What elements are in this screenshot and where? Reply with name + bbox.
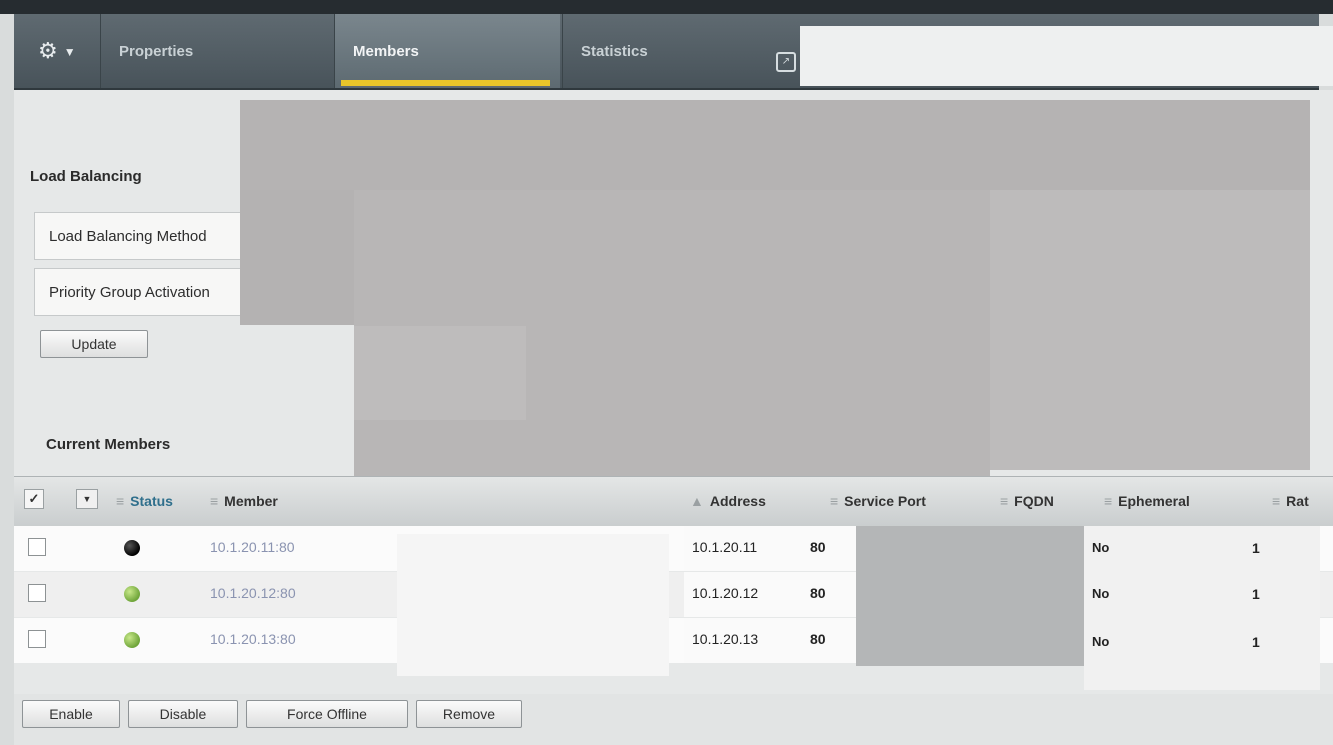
load-balancing-title: Load Balancing [30,168,142,185]
ephemeral-cell: No [1092,586,1110,601]
row-checkbox[interactable] [28,584,46,602]
header-right-area [800,26,1333,86]
tab-statistics[interactable]: Statistics [562,14,776,88]
tab-properties[interactable]: Properties [100,14,332,88]
address-cell: 10.1.20.11 [692,539,758,555]
disable-button[interactable]: Disable [128,700,238,728]
column-separator-icon: ≡ [1104,493,1113,509]
column-fqdn-label: FQDN [1014,493,1054,509]
column-separator-icon: ≡ [1000,493,1009,509]
gear-menu[interactable]: ⚙ ▼ [38,36,76,67]
enable-button[interactable]: Enable [22,700,120,728]
column-member[interactable]: ≡ Member [210,493,278,509]
current-members-title: Current Members [46,436,171,453]
redacted-region [240,100,1310,195]
column-address-label: Address [709,493,766,509]
redacted-region [856,526,1084,666]
tab-properties-label: Properties [119,42,194,60]
service-port-cell: 80 [810,539,826,555]
redacted-region [397,534,669,676]
service-port-cell: 80 [810,631,826,647]
column-member-label: Member [224,493,278,509]
select-all-checkbox[interactable]: ✓ [24,489,44,509]
row-checkbox[interactable] [28,630,46,648]
column-service-port[interactable]: ≡ Service Port [830,493,926,509]
gear-icon: ⚙ [38,38,58,63]
ephemeral-cell: No [1092,634,1110,649]
chevron-down-icon: ▼ [63,45,76,60]
address-cell: 10.1.20.13 [692,631,759,647]
window-top-strip [0,0,1333,14]
priority-group-activation-text: Priority Group Activation [49,283,210,301]
active-tab-indicator [341,80,550,86]
status-online-icon [124,632,140,648]
column-ratio[interactable]: ≡ Rat [1272,493,1309,509]
status-online-icon [124,586,140,602]
members-table-header: ✓ ▼ ≡ Status ≡ Member ▲ Address ≡ Service Po… [14,476,1333,528]
column-status[interactable]: ≡ Status [116,493,173,509]
ephemeral-cell: No [1092,540,1110,555]
redacted-region [990,190,1310,470]
tab-statistics-label: Statistics [581,42,648,60]
member-link[interactable]: 10.1.20.11:80 [210,539,295,555]
force-offline-button[interactable]: Force Offline [246,700,408,728]
column-separator-icon: ≡ [830,493,839,509]
chevron-down-icon[interactable]: ▼ [76,489,98,509]
popout-icon[interactable]: ↗ [776,52,796,72]
column-ratio-label: Rat [1286,493,1309,509]
column-separator-icon: ≡ [116,493,125,509]
redacted-region [240,190,355,325]
update-button[interactable]: Update [40,330,148,358]
column-fqdn[interactable]: ≡ FQDN [1000,493,1054,509]
column-ephemeral[interactable]: ≡ Ephemeral [1104,493,1190,509]
column-address[interactable]: ▲ Address [690,493,766,509]
redacted-region [354,326,526,420]
status-offline-icon [124,540,140,556]
service-port-cell: 80 [810,585,826,601]
member-link[interactable]: 10.1.20.12:80 [210,585,296,601]
tab-members-label: Members [353,42,419,60]
column-service-port-label: Service Port [844,493,926,509]
ratio-cell: 1 [1252,634,1260,650]
column-ephemeral-label: Ephemeral [1118,493,1190,509]
column-separator-icon: ≡ [1272,493,1281,509]
sort-ascending-icon: ▲ [690,493,704,509]
row-checkbox[interactable] [28,538,46,556]
column-separator-icon: ≡ [210,493,219,509]
tab-members[interactable]: Members [334,14,560,88]
load-balancing-method-text: Load Balancing Method [49,227,207,245]
ephemeral-column-area: No 1 No 1 No 1 [1084,526,1320,690]
address-cell: 10.1.20.12 [692,585,759,601]
ratio-cell: 1 [1252,586,1260,602]
member-link[interactable]: 10.1.20.13:80 [210,631,296,647]
remove-button[interactable]: Remove [416,700,522,728]
column-status-label: Status [130,493,173,509]
ratio-cell: 1 [1252,540,1260,556]
